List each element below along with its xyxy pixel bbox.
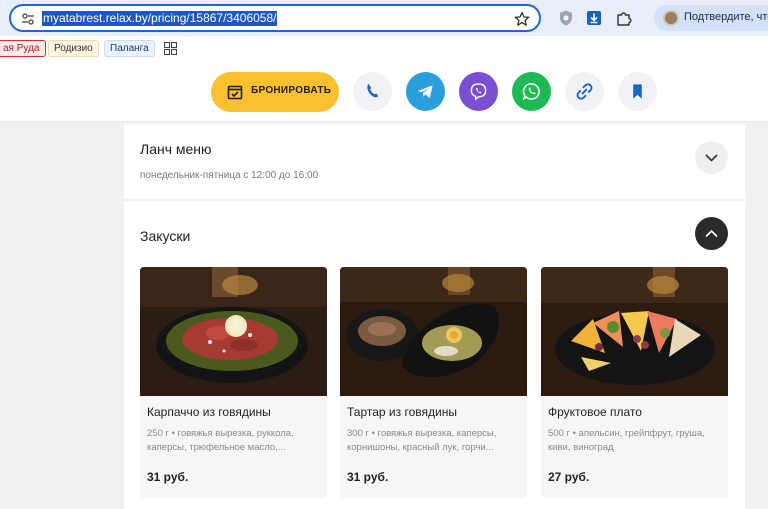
bookmark-star-icon[interactable]: [514, 11, 530, 27]
collapse-snacks-button[interactable]: [695, 217, 728, 250]
profile-prompt-text: Подтвердите, что з: [684, 11, 768, 23]
telegram-button[interactable]: [406, 72, 445, 111]
extensions-puzzle-icon[interactable]: [615, 9, 633, 27]
dish-description: 300 г • говяжья вырезка, каперсы, корниш…: [347, 428, 497, 453]
bookmark-item[interactable]: ая Руда: [0, 40, 46, 57]
chevron-down-icon: [705, 154, 718, 162]
expand-lunch-button[interactable]: [695, 141, 728, 174]
dish-card[interactable]: Карпаччо из говядины 250 г • говяжья выр…: [140, 267, 327, 498]
snacks-section: Закуски Карпаччо из говядины 250 г • гов…: [124, 201, 745, 509]
book-button[interactable]: БРОНИРОВАТЬ: [211, 72, 339, 112]
dish-card[interactable]: Тартар из говядины 300 г • говяжья вырез…: [340, 267, 527, 498]
download-icon[interactable]: [585, 9, 603, 27]
url-text[interactable]: myatabrest.relax.by/pricing/15867/340605…: [42, 11, 278, 26]
apps-grid-icon[interactable]: [164, 42, 177, 55]
viber-icon: [470, 83, 487, 101]
site-action-bar: БРОНИРОВАТЬ: [0, 61, 768, 122]
calendar-check-icon: [227, 85, 243, 100]
book-button-label: БРОНИРОВАТЬ: [251, 85, 332, 96]
link-icon: [576, 83, 593, 100]
lunch-menu-title: Ланч меню: [140, 141, 212, 157]
site-settings-icon[interactable]: [21, 12, 35, 26]
bookmarks-bar: ая Руда Родизио Паланга: [0, 36, 768, 61]
whatsapp-button[interactable]: [512, 72, 551, 111]
lunch-menu-hours: понедельник-пятница с 12:00 до 16:00: [140, 170, 319, 181]
dish-card[interactable]: Фруктовое плато 500 г • апельсин, грейпф…: [541, 267, 728, 498]
call-button[interactable]: [353, 72, 392, 111]
bookmark-item[interactable]: Родизио: [48, 40, 99, 57]
lunch-menu-section[interactable]: Ланч меню понедельник-пятница с 12:00 до…: [124, 124, 745, 199]
whatsapp-icon: [522, 83, 540, 101]
chevron-up-icon: [705, 229, 718, 238]
telegram-icon: [417, 85, 433, 99]
dish-description: 500 г • апельсин, грейпфрут, груша, киви…: [548, 428, 705, 453]
shield-extension-icon[interactable]: [557, 9, 575, 27]
profile-chip[interactable]: Подтвердите, что з: [654, 5, 768, 31]
dish-price: 27 руб.: [548, 470, 590, 484]
viber-button[interactable]: [459, 72, 498, 111]
dish-description: 250 г • говяжья вырезка, руккола, каперс…: [147, 428, 294, 453]
browser-toolbar: myatabrest.relax.by/pricing/15867/340605…: [0, 0, 768, 36]
dish-price: 31 руб.: [347, 470, 389, 484]
phone-icon: [367, 83, 379, 98]
carpaccio-photo: [140, 267, 327, 396]
dish-name: Карпаччо из говядины: [147, 405, 271, 419]
dish-price: 31 руб.: [147, 470, 189, 484]
dish-name: Фруктовое плато: [548, 405, 642, 419]
save-bookmark-button[interactable]: [618, 72, 657, 111]
address-bar[interactable]: myatabrest.relax.by/pricing/15867/340605…: [9, 4, 541, 32]
profile-avatar: [663, 10, 679, 26]
dish-name: Тартар из говядины: [347, 405, 457, 419]
bookmark-icon: [633, 84, 642, 99]
share-link-button[interactable]: [565, 72, 604, 111]
tartare-photo: [340, 267, 527, 396]
snacks-title: Закуски: [140, 228, 191, 244]
bookmark-item[interactable]: Паланга: [104, 40, 155, 57]
fruit-plate-photo: [541, 267, 728, 396]
